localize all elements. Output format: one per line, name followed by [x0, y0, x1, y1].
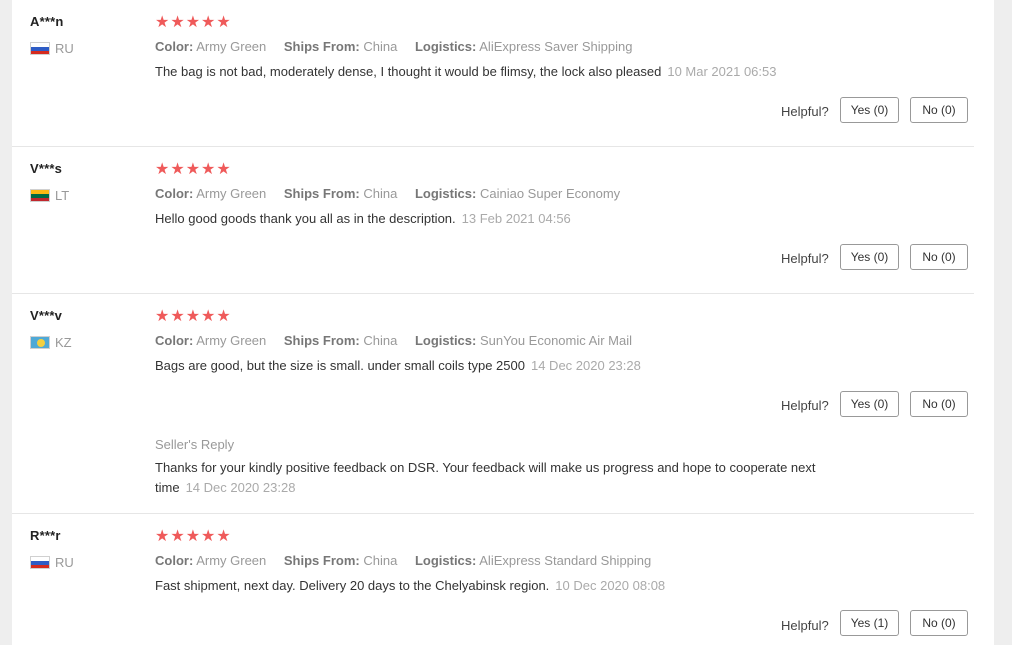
- color-label: Color:: [155, 333, 194, 348]
- review-text: Hello good goods thank you all as in the…: [155, 211, 571, 226]
- reviewer-name: V***v: [30, 308, 63, 323]
- review-date: 14 Dec 2020 23:28: [530, 358, 641, 373]
- reviewer-name: V***s: [30, 161, 63, 176]
- review-date: 10 Mar 2021 06:53: [667, 64, 777, 79]
- ships-from-label: Ships From:: [283, 333, 360, 348]
- review-divider: [12, 293, 974, 294]
- review-divider: [12, 513, 974, 514]
- reviewer-name: A***n: [30, 14, 64, 29]
- ships-from-value: China: [363, 186, 398, 201]
- review-body: Bags are good, but the size is small. un…: [155, 358, 525, 373]
- rating-stars: ★★★★★: [155, 528, 232, 545]
- review-attributes: Color: Army Green Ships From: China Logi…: [155, 333, 632, 348]
- helpful-yes-button[interactable]: Yes (0): [840, 97, 899, 123]
- review-body: Fast shipment, next day. Delivery 20 day…: [155, 578, 550, 593]
- review-date: 13 Feb 2021 04:56: [461, 211, 571, 226]
- review-text: Bags are good, but the size is small. un…: [155, 358, 641, 373]
- color-label: Color:: [155, 186, 194, 201]
- helpful-no-button[interactable]: No (0): [910, 97, 968, 123]
- helpful-yes-button[interactable]: Yes (0): [840, 391, 899, 417]
- color-label: Color:: [155, 553, 194, 568]
- review-attributes: Color: Army Green Ships From: China Logi…: [155, 39, 632, 54]
- seller-reply-date: 14 Dec 2020 23:28: [185, 480, 296, 495]
- helpful-label: Helpful?: [781, 618, 829, 633]
- logistics-value: SunYou Economic Air Mail: [479, 333, 632, 348]
- logistics-label: Logistics:: [414, 186, 477, 201]
- helpful-no-button[interactable]: No (0): [910, 610, 968, 636]
- reviewer-name: R***r: [30, 528, 61, 543]
- logistics-label: Logistics:: [414, 553, 477, 568]
- country-flag-icon: [30, 189, 50, 202]
- ships-from-label: Ships From:: [283, 39, 360, 54]
- reviews-panel: A***n RU ★★★★★ Color: Army Green Ships F…: [12, 0, 994, 645]
- helpful-yes-button[interactable]: Yes (0): [840, 244, 899, 270]
- ships-from-value: China: [363, 333, 398, 348]
- helpful-label: Helpful?: [781, 251, 829, 266]
- ships-from-label: Ships From:: [283, 186, 360, 201]
- logistics-value: AliExpress Standard Shipping: [479, 553, 652, 568]
- ships-from-label: Ships From:: [283, 553, 360, 568]
- review-attributes: Color: Army Green Ships From: China Logi…: [155, 553, 651, 568]
- country-flag-icon: [30, 42, 50, 55]
- logistics-label: Logistics:: [414, 333, 477, 348]
- ships-from-value: China: [363, 553, 398, 568]
- review-body: Hello good goods thank you all as in the…: [155, 211, 456, 226]
- color-value: Army Green: [196, 553, 267, 568]
- helpful-label: Helpful?: [781, 104, 829, 119]
- helpful-no-button[interactable]: No (0): [910, 244, 968, 270]
- logistics-label: Logistics:: [414, 39, 477, 54]
- rating-stars: ★★★★★: [155, 14, 232, 31]
- color-value: Army Green: [196, 39, 267, 54]
- color-value: Army Green: [196, 333, 267, 348]
- seller-reply-title: Seller's Reply: [155, 437, 235, 452]
- rating-stars: ★★★★★: [155, 308, 232, 325]
- review-text: Fast shipment, next day. Delivery 20 day…: [155, 578, 665, 593]
- reviewer-country: RU: [55, 41, 74, 56]
- color-label: Color:: [155, 39, 194, 54]
- rating-stars: ★★★★★: [155, 161, 232, 178]
- country-flag-icon: [30, 336, 50, 349]
- seller-reply-text: Thanks for your kindly positive feedback…: [155, 458, 825, 498]
- helpful-no-button[interactable]: No (0): [910, 391, 968, 417]
- review-divider: [12, 146, 974, 147]
- review-date: 10 Dec 2020 08:08: [555, 578, 666, 593]
- ships-from-value: China: [363, 39, 398, 54]
- review-attributes: Color: Army Green Ships From: China Logi…: [155, 186, 620, 201]
- helpful-yes-button[interactable]: Yes (1): [840, 610, 899, 636]
- review-text: The bag is not bad, moderately dense, I …: [155, 64, 776, 79]
- reviewer-country: RU: [55, 555, 74, 570]
- country-flag-icon: [30, 556, 50, 569]
- logistics-value: AliExpress Saver Shipping: [479, 39, 633, 54]
- review-body: The bag is not bad, moderately dense, I …: [155, 64, 662, 79]
- helpful-label: Helpful?: [781, 398, 829, 413]
- reviewer-country: KZ: [55, 335, 72, 350]
- color-value: Army Green: [196, 186, 267, 201]
- reviewer-country: LT: [55, 188, 70, 203]
- logistics-value: Cainiao Super Economy: [479, 186, 621, 201]
